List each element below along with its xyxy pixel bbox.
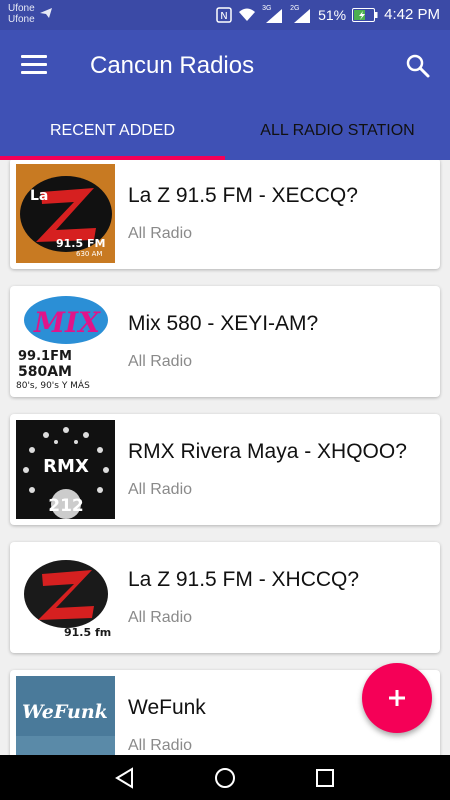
station-title: Mix 580 - XEYI-AM? xyxy=(128,312,319,335)
station-card[interactable]: La 91.5 FM 630 AM La Z 91.5 FM - XECCQ? … xyxy=(10,160,440,269)
signal-bars-icon xyxy=(266,8,283,23)
station-card[interactable]: RMX 212 RMX Rivera Maya - XHQOO? All Rad… xyxy=(10,414,440,525)
logo-slogan: 80's, 90's Y MÁS xyxy=(16,379,90,391)
station-logo: La 91.5 FM 630 AM xyxy=(16,164,115,263)
back-button[interactable] xyxy=(112,765,138,791)
station-card[interactable]: 91.5 fm La Z 91.5 FM - XHCCQ? All Radio xyxy=(10,542,440,653)
logo-frequency: 91.5 FM xyxy=(56,237,105,250)
wefunk-logo-icon: WeFunk xyxy=(16,676,115,755)
nfc-icon: N xyxy=(216,6,232,23)
station-category: All Radio xyxy=(128,353,193,370)
tab-bar: RECENT ADDED ALL RADIO STATION xyxy=(0,102,450,160)
recents-button[interactable] xyxy=(312,765,338,791)
la-z-fm-logo-icon: 91.5 fm xyxy=(16,548,115,647)
status-icons: N 3G 2G 51% 4:42 PM xyxy=(216,5,440,23)
app-bar: Cancun Radios xyxy=(0,30,450,102)
carrier-info: Ufone Ufone xyxy=(8,3,35,25)
carrier-name-2: Ufone xyxy=(8,14,35,25)
svg-text:MIX: MIX xyxy=(33,306,101,339)
logo-wefunk: WeFunk xyxy=(22,701,108,723)
logo-frequency: 91.5 fm xyxy=(64,626,111,639)
add-fab-button[interactable] xyxy=(362,663,432,733)
hamburger-menu-icon xyxy=(21,55,47,58)
system-nav-bar xyxy=(0,755,450,800)
logo-am: 630 AM xyxy=(76,250,102,258)
station-title: La Z 91.5 FM - XHCCQ? xyxy=(128,568,360,591)
station-category: All Radio xyxy=(128,737,193,754)
station-category: All Radio xyxy=(128,481,193,498)
signal-1: 3G xyxy=(262,5,284,23)
svg-text:La: La xyxy=(30,188,48,204)
home-circle-icon xyxy=(215,768,235,788)
search-icon xyxy=(406,54,430,78)
battery-icon xyxy=(352,7,378,22)
signal-bars-icon xyxy=(294,8,311,23)
status-bar: Ufone Ufone N 3G 2G 51% 4:42 PM xyxy=(0,0,450,30)
la-z-logo-icon: La 91.5 FM 630 AM xyxy=(16,164,115,263)
station-category: All Radio xyxy=(128,225,193,242)
logo-am: 580AM xyxy=(18,364,72,380)
svg-text:N: N xyxy=(220,11,227,22)
app-title: Cancun Radios xyxy=(90,52,255,79)
recents-square-icon xyxy=(316,769,334,787)
station-logo: MIX 99.1FM 580AM 80's, 90's Y MÁS xyxy=(16,292,115,391)
logo-rmx: RMX xyxy=(43,456,89,477)
plus-icon xyxy=(389,690,405,706)
rmx-logo-icon: RMX 212 xyxy=(16,420,115,519)
back-triangle-icon xyxy=(115,767,133,789)
home-button[interactable] xyxy=(212,765,238,791)
battery-percent: 51% xyxy=(318,6,347,23)
station-card[interactable]: MIX 99.1FM 580AM 80's, 90's Y MÁS Mix 58… xyxy=(10,286,440,397)
station-category: All Radio xyxy=(128,609,193,626)
mix-logo-icon: MIX 99.1FM 580AM 80's, 90's Y MÁS xyxy=(16,292,115,391)
station-title: RMX Rivera Maya - XHQOO? xyxy=(128,440,407,463)
tab-recent-added[interactable]: RECENT ADDED xyxy=(0,102,225,160)
clock: 4:42 PM xyxy=(384,6,440,23)
wifi-icon xyxy=(239,8,256,21)
signal-2: 2G xyxy=(290,5,312,23)
station-logo: 91.5 fm xyxy=(16,548,115,647)
tab-all-radio-station[interactable]: ALL RADIO STATION xyxy=(225,102,450,160)
logo-fm: 99.1FM xyxy=(18,349,72,364)
carrier-name-1: Ufone xyxy=(8,3,35,14)
menu-button[interactable] xyxy=(21,55,47,77)
station-logo: RMX 212 xyxy=(16,420,115,519)
logo-number: 212 xyxy=(48,496,84,516)
tab-label: RECENT ADDED xyxy=(49,122,176,139)
tab-label: ALL RADIO STATION xyxy=(260,122,415,139)
send-icon xyxy=(40,8,52,18)
station-logo: WeFunk xyxy=(16,676,115,755)
station-title: La Z 91.5 FM - XECCQ? xyxy=(128,184,358,207)
station-title: WeFunk xyxy=(128,696,206,719)
search-button[interactable] xyxy=(404,52,432,80)
